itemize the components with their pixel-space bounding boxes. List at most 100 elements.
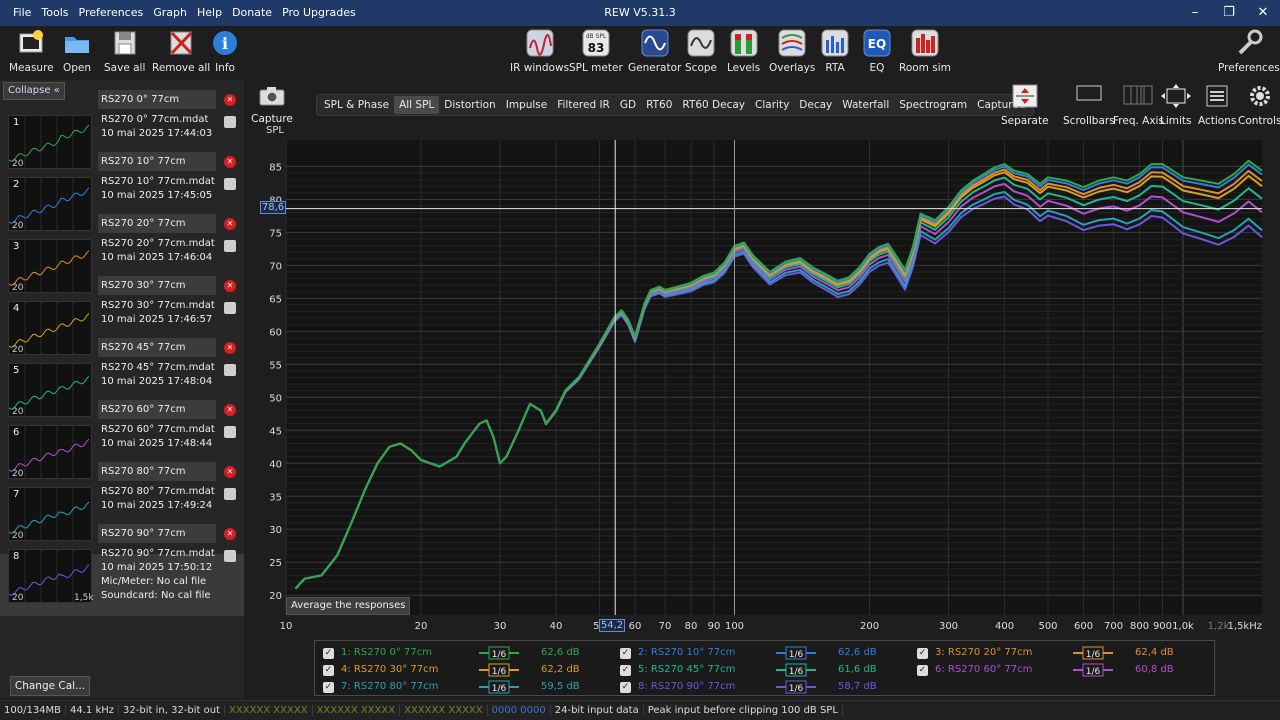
close-button[interactable]: ✕ bbox=[1246, 0, 1280, 26]
delete-measurement-icon[interactable]: ✕ bbox=[224, 280, 236, 292]
smoothing-button[interactable]: 1/6 bbox=[479, 646, 519, 660]
delete-measurement-icon[interactable]: ✕ bbox=[224, 218, 236, 230]
series-visibility-checkbox[interactable]: ✓ bbox=[917, 665, 928, 676]
measurement-name-field[interactable]: RS270 90° 77cm bbox=[98, 524, 216, 543]
smoothing-button[interactable]: 1/6 bbox=[776, 646, 816, 660]
delete-measurement-icon[interactable]: ✕ bbox=[224, 466, 236, 478]
measurement-name-field[interactable]: RS270 0° 77cm bbox=[98, 90, 216, 109]
generator-button[interactable]: Generator bbox=[628, 28, 681, 74]
smoothing-button[interactable]: 1/6 bbox=[776, 680, 816, 694]
plot-area[interactable] bbox=[286, 140, 1262, 615]
edit-notes-icon[interactable] bbox=[224, 116, 236, 128]
ir-windows-button[interactable]: IR windows bbox=[510, 28, 569, 74]
minimize-button[interactable]: – bbox=[1178, 0, 1212, 26]
measurement-name-field[interactable]: RS270 60° 77cm bbox=[98, 400, 216, 419]
controls-button[interactable]: Controls bbox=[1238, 84, 1280, 127]
room-sim-button[interactable]: Room sim bbox=[899, 28, 951, 74]
delete-measurement-icon[interactable]: ✕ bbox=[224, 404, 236, 416]
spl-meter-button[interactable]: dB SPL 83 SPL meter bbox=[569, 28, 623, 74]
measurement-name-field[interactable]: RS270 20° 77cm bbox=[98, 214, 216, 233]
limits-button[interactable]: Limits bbox=[1160, 84, 1192, 127]
levels-button[interactable]: Levels bbox=[727, 28, 760, 74]
menu-preferences[interactable]: Preferences bbox=[74, 0, 149, 26]
separate-button[interactable]: Separate bbox=[1001, 84, 1049, 127]
series-visibility-checkbox[interactable]: ✓ bbox=[323, 682, 334, 693]
remove-all-button[interactable]: Remove all bbox=[152, 28, 210, 74]
edit-notes-icon[interactable] bbox=[224, 302, 236, 314]
series-line[interactable] bbox=[294, 176, 1263, 590]
edit-notes-icon[interactable] bbox=[224, 364, 236, 376]
delete-measurement-icon[interactable]: ✕ bbox=[224, 528, 236, 540]
change-cal-button[interactable]: Change Cal... bbox=[10, 676, 90, 696]
series-visibility-checkbox[interactable]: ✓ bbox=[323, 648, 334, 659]
tab-impulse[interactable]: Impulse bbox=[501, 96, 553, 114]
series-line[interactable] bbox=[294, 171, 1263, 590]
tab-spectrogram[interactable]: Spectrogram bbox=[894, 96, 972, 114]
tab-gd[interactable]: GD bbox=[615, 96, 641, 114]
smoothing-button[interactable]: 1/6 bbox=[776, 663, 816, 677]
smoothing-button[interactable]: 1/6 bbox=[479, 663, 519, 677]
series-visibility-checkbox[interactable]: ✓ bbox=[620, 648, 631, 659]
actions-button[interactable]: Actions bbox=[1198, 84, 1236, 127]
tab-rt60-decay[interactable]: RT60 Decay bbox=[677, 96, 750, 114]
series-line[interactable] bbox=[294, 163, 1263, 590]
measure-button[interactable]: Measure bbox=[9, 28, 54, 74]
smoothing-button[interactable]: 1/6 bbox=[1073, 663, 1113, 677]
capture-button[interactable]: Capture bbox=[251, 86, 293, 125]
series-line[interactable] bbox=[294, 195, 1263, 590]
eq-button[interactable]: EQ EQ bbox=[862, 28, 892, 74]
menu-help[interactable]: Help bbox=[192, 0, 227, 26]
smoothing-button[interactable]: 1/6 bbox=[1073, 646, 1113, 660]
delete-measurement-icon[interactable]: ✕ bbox=[224, 342, 236, 354]
tab-spl-phase[interactable]: SPL & Phase bbox=[319, 96, 394, 114]
smoothing-button[interactable]: 1/6 bbox=[479, 680, 519, 694]
measurement-name-field[interactable]: RS270 80° 77cm bbox=[98, 462, 216, 481]
legend-item: ✓ 1: RS270 0° 77cm 1/6 62,6 dB bbox=[323, 646, 613, 662]
edit-notes-icon[interactable] bbox=[224, 426, 236, 438]
tab-filtered-ir[interactable]: Filtered IR bbox=[552, 96, 615, 114]
tab-distortion[interactable]: Distortion bbox=[439, 96, 500, 114]
series-visibility-checkbox[interactable]: ✓ bbox=[620, 665, 631, 676]
series-line[interactable] bbox=[294, 182, 1263, 590]
measurement-name-field[interactable]: RS270 45° 77cm bbox=[98, 338, 216, 357]
series-line[interactable] bbox=[294, 159, 1263, 590]
measurement-name-field[interactable]: RS270 30° 77cm bbox=[98, 276, 216, 295]
edit-notes-icon[interactable] bbox=[224, 178, 236, 190]
tab-clarity[interactable]: Clarity bbox=[750, 96, 794, 114]
menu-donate[interactable]: Donate bbox=[227, 0, 277, 26]
menu-tools[interactable]: Tools bbox=[36, 0, 73, 26]
edit-notes-icon[interactable] bbox=[224, 550, 236, 562]
edit-notes-icon[interactable] bbox=[224, 488, 236, 500]
save-all-button[interactable]: Save all bbox=[104, 28, 145, 74]
series-line[interactable] bbox=[294, 168, 1263, 590]
maximize-button[interactable]: ❐ bbox=[1212, 0, 1246, 26]
x-tick-label: 80 bbox=[685, 621, 698, 632]
preferences-button[interactable]: Preferences bbox=[1218, 28, 1280, 74]
overlays-button[interactable]: Overlays bbox=[769, 28, 815, 74]
delete-measurement-icon[interactable]: ✕ bbox=[224, 156, 236, 168]
open-button[interactable]: Open bbox=[62, 28, 92, 74]
menu-pro-upgrades[interactable]: Pro Upgrades bbox=[277, 0, 361, 26]
delete-measurement-icon[interactable]: ✕ bbox=[224, 94, 236, 106]
menu-file[interactable]: File bbox=[8, 0, 36, 26]
series-visibility-checkbox[interactable]: ✓ bbox=[323, 665, 334, 676]
series-line[interactable] bbox=[294, 191, 1263, 590]
tab-rt60[interactable]: RT60 bbox=[641, 96, 677, 114]
tab-all-spl[interactable]: All SPL bbox=[394, 96, 440, 114]
freq-axis-button[interactable]: Freq. Axis bbox=[1113, 84, 1164, 127]
scope-button[interactable]: Scope bbox=[685, 28, 717, 74]
svg-text:EQ: EQ bbox=[868, 37, 886, 51]
rta-button[interactable]: RTA bbox=[820, 28, 850, 74]
series-name: 2: RS270 10° 77cm bbox=[638, 647, 736, 658]
collapse-button[interactable]: Collapse « bbox=[3, 82, 65, 100]
tab-decay[interactable]: Decay bbox=[794, 96, 837, 114]
scrollbars-button[interactable]: Scrollbars bbox=[1063, 84, 1115, 127]
measurement-name-field[interactable]: RS270 10° 77cm bbox=[98, 152, 216, 171]
series-visibility-checkbox[interactable]: ✓ bbox=[620, 682, 631, 693]
legend-item: ✓ 5: RS270 45° 77cm 1/6 61,6 dB bbox=[620, 663, 910, 679]
series-visibility-checkbox[interactable]: ✓ bbox=[917, 648, 928, 659]
info-button[interactable]: i Info bbox=[210, 28, 240, 74]
menu-graph[interactable]: Graph bbox=[148, 0, 192, 26]
edit-notes-icon[interactable] bbox=[224, 240, 236, 252]
tab-waterfall[interactable]: Waterfall bbox=[837, 96, 894, 114]
